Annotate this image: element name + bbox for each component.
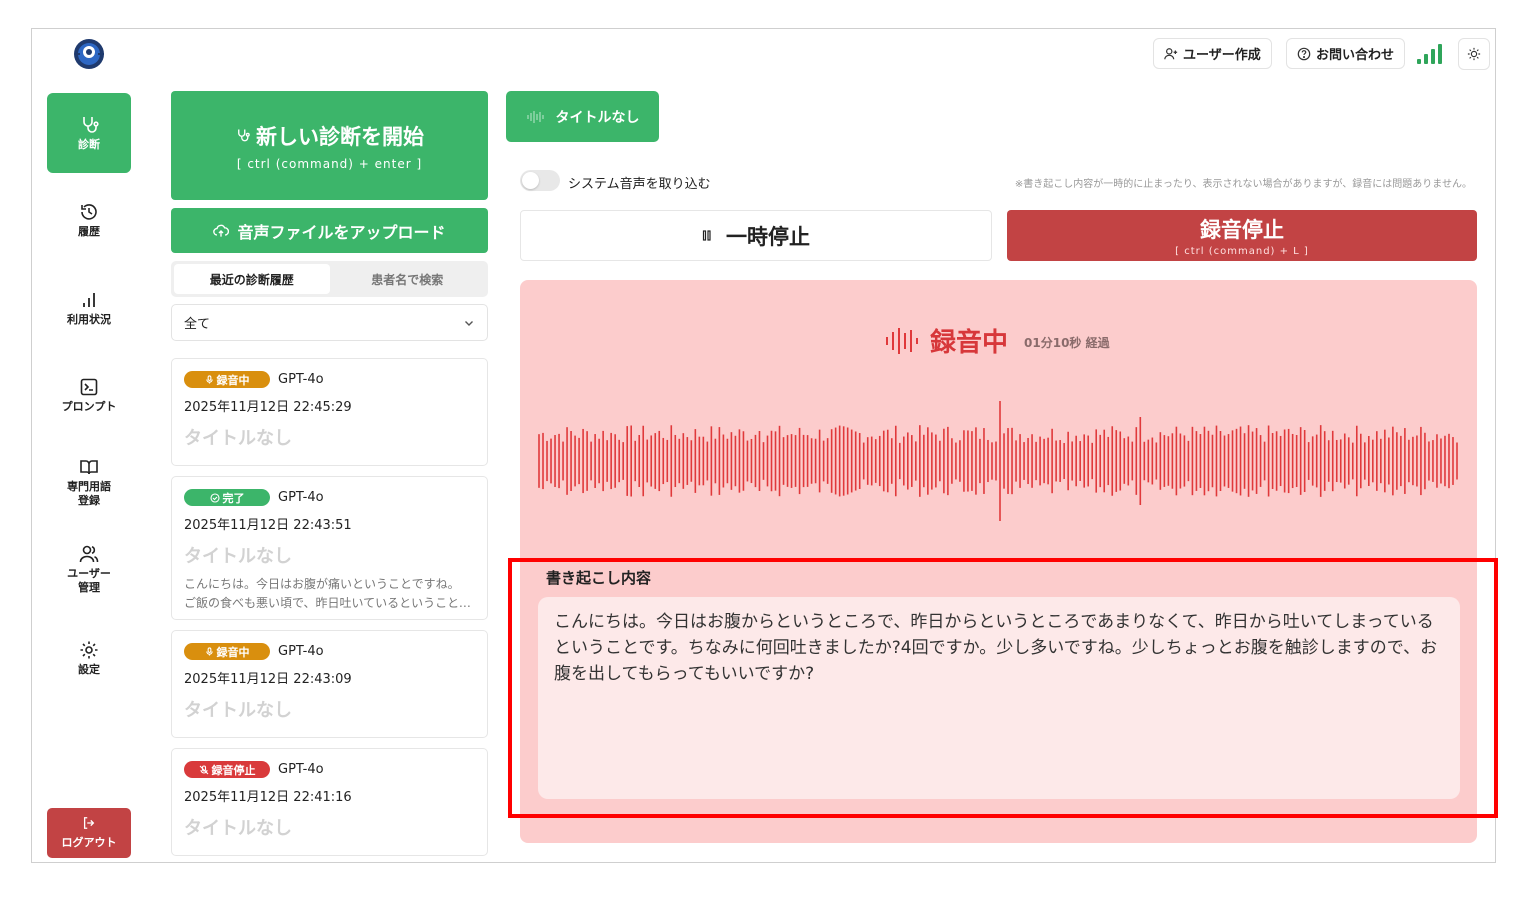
cloud-upload-icon [213, 224, 230, 237]
pause-label: 一時停止 [726, 224, 810, 249]
card-date: 2025年11月12日 22:43:09 [184, 672, 352, 687]
logout-icon [83, 817, 95, 829]
tab-recent-history[interactable]: 最近の診断履歴 [174, 264, 330, 294]
sidebar-item-diagnosis[interactable]: 診断 [47, 93, 131, 173]
model-name: GPT-4o [278, 644, 324, 659]
system-audio-label: システム音声を取り込む [568, 177, 711, 192]
sidebar-item-label: プロンプト [61, 399, 117, 413]
mic-off-icon [199, 764, 208, 774]
pause-icon [702, 230, 711, 241]
logout-button[interactable]: ログアウト [47, 808, 131, 858]
sidebar-item-label: 履歴 [78, 224, 100, 238]
status-badge-label: 録音停止 [211, 763, 256, 777]
sidebar-item-prompt[interactable]: プロンプト [47, 365, 131, 425]
history-card[interactable]: 録音中 GPT-4o 2025年11月12日 22:45:29 タイトルなし [171, 358, 488, 466]
book-icon [80, 459, 98, 474]
create-user-button[interactable]: ユーザー作成 [1153, 38, 1272, 69]
transcript-label: 書き起こし内容 [546, 569, 652, 587]
sidebar-item-label: 診断 [78, 137, 100, 151]
model-name: GPT-4o [278, 372, 324, 387]
transcript-text: こんにちは。今日はお腹からというところで、昨日からというところであまりなくて、昨… [538, 597, 1460, 799]
card-title: タイトルなし [184, 546, 292, 567]
sidebar-item-label: 利用状況 [67, 312, 111, 326]
create-user-label: ユーザー作成 [1183, 48, 1261, 63]
stop-recording-label: 録音停止 [1200, 218, 1284, 242]
system-audio-toggle[interactable] [520, 170, 560, 191]
status-filter-value: 全て [184, 317, 211, 332]
history-tabs: 最近の診断履歴 患者名で検索 [171, 261, 488, 297]
terminal-icon [80, 378, 98, 395]
sidebar-item-history[interactable]: 履歴 [47, 190, 131, 250]
connection-signal-icon [1417, 42, 1443, 64]
status-badge-label: 録音中 [216, 645, 250, 659]
tab-patient-search[interactable]: 患者名で検索 [330, 264, 486, 294]
stethoscope-icon [238, 129, 250, 142]
card-preview-line: ご飯の食べも悪い頃で、昨日吐いているということですね [184, 596, 475, 610]
history-icon [81, 203, 97, 220]
sun-icon [1467, 47, 1481, 61]
status-badge-stopped: 録音停止 [184, 761, 270, 778]
status-badge-done: 完了 [184, 489, 270, 506]
history-card[interactable]: 完了 GPT-4o 2025年11月12日 22:43:51 タイトルなし こん… [171, 476, 488, 620]
history-card[interactable]: 録音中 GPT-4o 2025年11月12日 22:43:09 タイトルなし [171, 630, 488, 738]
elapsed-time: 01分10秒 経過 [1024, 336, 1110, 350]
session-title-button[interactable]: タイトルなし [506, 91, 659, 142]
card-title: タイトルなし [184, 700, 292, 721]
sidebar-item-settings[interactable]: 設定 [47, 628, 131, 688]
recording-status: 録音中 01分10秒 経過 [884, 322, 1110, 359]
sidebar-item-glossary[interactable]: 専門用語 登録 [47, 450, 131, 514]
status-badge-label: 録音中 [216, 373, 250, 387]
pause-button[interactable]: 一時停止 [520, 210, 992, 261]
logout-label: ログアウト [61, 836, 117, 849]
audio-wave-icon [526, 110, 544, 123]
users-icon [79, 545, 99, 562]
user-plus-icon [1164, 47, 1178, 59]
sidebar-item-usage[interactable]: 利用状況 [47, 278, 131, 338]
check-circle-icon [209, 492, 220, 503]
audio-waveform [538, 401, 1458, 521]
theme-toggle-button[interactable] [1458, 38, 1490, 70]
bar-chart-icon [83, 292, 95, 307]
gear-icon [80, 641, 98, 658]
mic-icon [205, 375, 213, 384]
audio-wave-icon [886, 327, 918, 354]
card-date: 2025年11月12日 22:43:51 [184, 518, 352, 533]
status-badge-label: 完了 [222, 491, 245, 505]
recording-label: 録音中 [930, 328, 1009, 358]
transcription-notice: ※書き起こし内容が一時的に止まったり、表示されない場合がありますが、録音には問題… [1014, 179, 1472, 190]
sidebar-item-label: ユーザー 管理 [67, 566, 111, 594]
card-date: 2025年11月12日 22:41:16 [184, 790, 352, 805]
upload-audio-label: 音声ファイルをアップロード [237, 222, 446, 242]
stethoscope-icon [83, 116, 99, 133]
new-diagnosis-shortcut: [ ctrl (command) + enter ] [236, 156, 423, 171]
history-card[interactable]: 録音停止 GPT-4o 2025年11月12日 22:41:16 タイトルなし [171, 748, 488, 856]
new-diagnosis-button[interactable]: 新しい診断を開始 [ ctrl (command) + enter ] [171, 91, 488, 200]
stop-recording-button[interactable]: 録音停止 [ ctrl (command) + L ] [1007, 210, 1477, 261]
stop-recording-shortcut: [ ctrl (command) + L ] [1175, 246, 1309, 257]
status-badge-recording: 録音中 [184, 643, 270, 660]
upload-audio-button[interactable]: 音声ファイルをアップロード [171, 208, 488, 253]
help-circle-icon [1297, 47, 1311, 60]
contact-label: お問い合わせ [1316, 48, 1395, 63]
app-logo [74, 39, 104, 69]
model-name: GPT-4o [278, 762, 324, 777]
status-filter-select[interactable]: 全て [171, 304, 488, 341]
card-date: 2025年11月12日 22:45:29 [184, 400, 352, 415]
sidebar-item-label: 専門用語 登録 [67, 479, 111, 507]
sidebar-item-label: 設定 [78, 662, 100, 676]
model-name: GPT-4o [278, 490, 324, 505]
card-title: タイトルなし [184, 818, 292, 839]
card-preview-line: こんにちは。今日はお腹が痛いということですね。 [184, 577, 460, 591]
sidebar-item-user-management[interactable]: ユーザー 管理 [47, 537, 131, 601]
status-badge-recording: 録音中 [184, 371, 270, 388]
mic-icon [205, 647, 213, 656]
new-diagnosis-label: 新しい診断を開始 [256, 124, 424, 149]
contact-button[interactable]: お問い合わせ [1286, 38, 1406, 69]
chevron-down-icon [465, 320, 473, 326]
session-title-label: タイトルなし [555, 109, 640, 126]
card-title: タイトルなし [184, 428, 292, 449]
